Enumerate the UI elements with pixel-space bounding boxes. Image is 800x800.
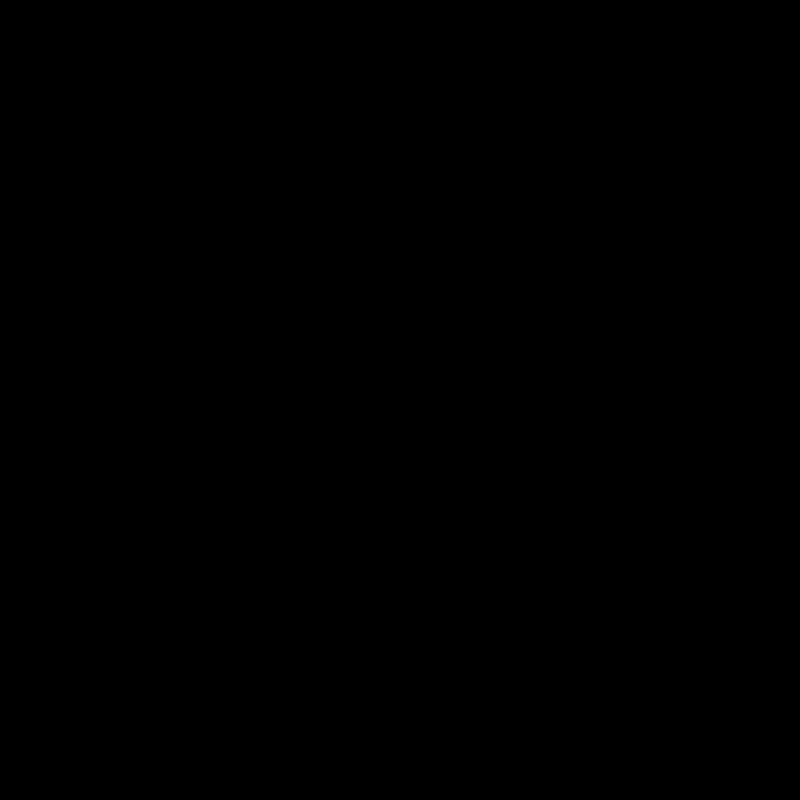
chart-frame bbox=[0, 0, 800, 800]
plot-area bbox=[33, 33, 767, 767]
curve-layer bbox=[33, 33, 767, 767]
